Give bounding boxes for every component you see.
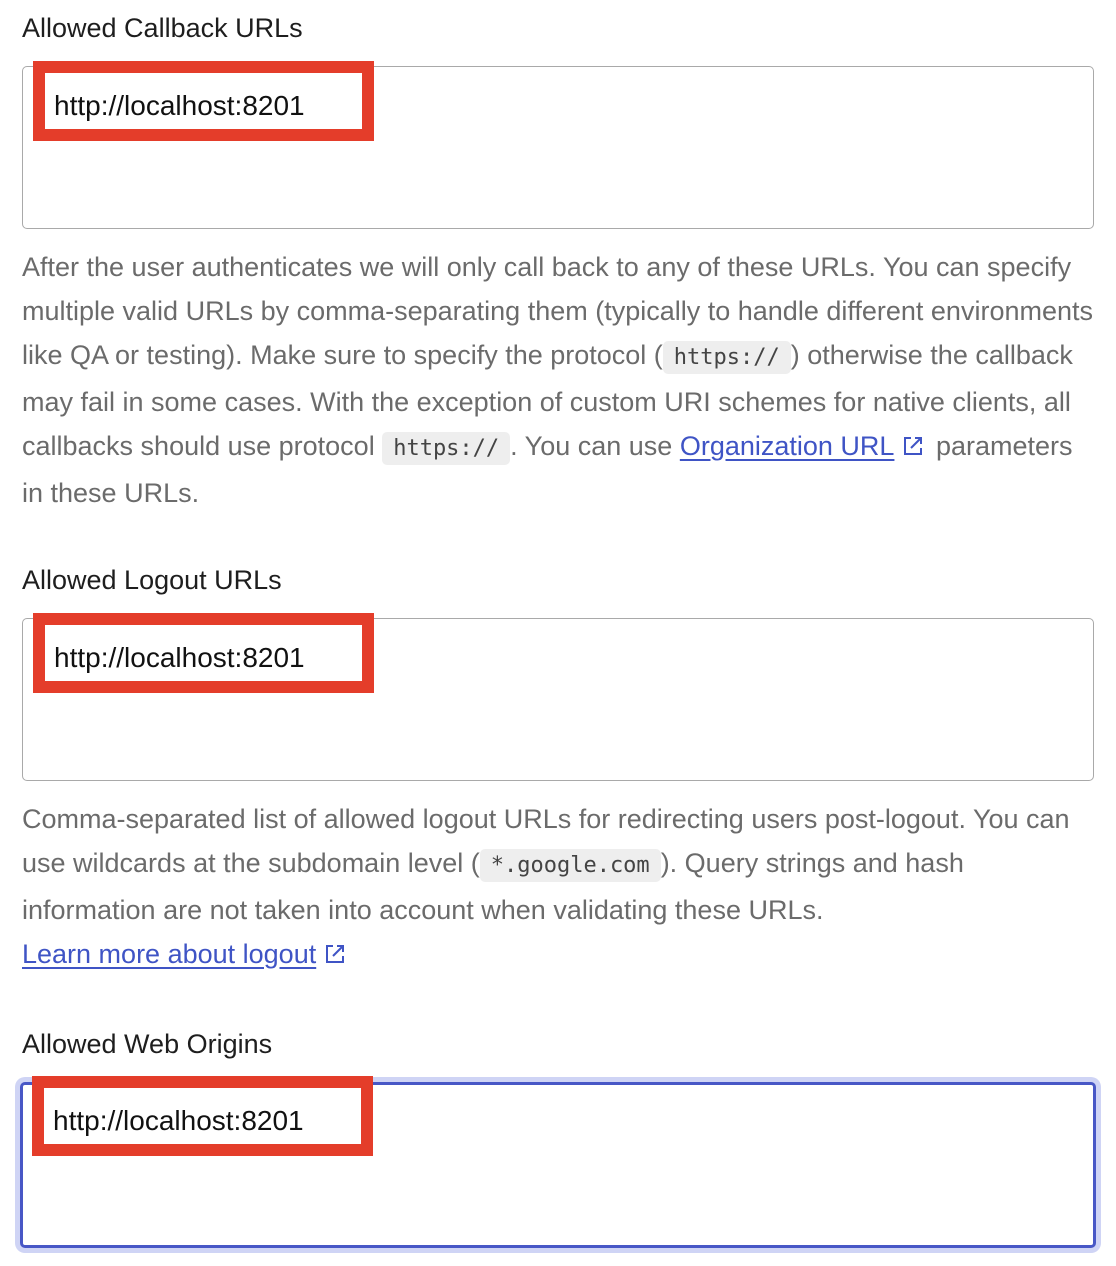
callback-urls-section: Allowed Callback URLs http://localhost:8…	[22, 12, 1094, 512]
logout-urls-textarea[interactable]: http://localhost:8201	[22, 613, 1094, 781]
protocol-code: https://	[382, 432, 511, 465]
learn-more-logout-link[interactable]: Learn more about logout	[22, 939, 316, 969]
logout-urls-help: Comma-separated list of allowed logout U…	[22, 797, 1097, 976]
external-link-icon[interactable]	[902, 435, 924, 457]
callback-urls-value[interactable]: http://localhost:8201	[54, 89, 305, 123]
logout-urls-label: Allowed Logout URLs	[22, 565, 282, 595]
web-origins-value[interactable]: http://localhost:8201	[53, 1104, 304, 1138]
organization-url-link[interactable]: Organization URL	[680, 431, 895, 461]
callback-urls-help: After the user authenticates we will onl…	[22, 245, 1097, 515]
callback-urls-label: Allowed Callback URLs	[22, 13, 303, 43]
help-text: . You can use	[510, 431, 680, 461]
wildcard-code: *.google.com	[479, 849, 661, 882]
web-origins-textarea[interactable]: http://localhost:8201	[20, 1076, 1096, 1248]
protocol-code: https://	[662, 341, 791, 374]
external-link-icon[interactable]	[324, 943, 346, 965]
logout-urls-section: Allowed Logout URLs http://localhost:820…	[22, 564, 1094, 984]
web-origins-label: Allowed Web Origins	[22, 1029, 273, 1059]
logout-urls-value[interactable]: http://localhost:8201	[54, 641, 305, 675]
web-origins-section: Allowed Web Origins http://localhost:820…	[20, 1028, 1096, 1258]
callback-urls-textarea[interactable]: http://localhost:8201	[22, 61, 1094, 229]
